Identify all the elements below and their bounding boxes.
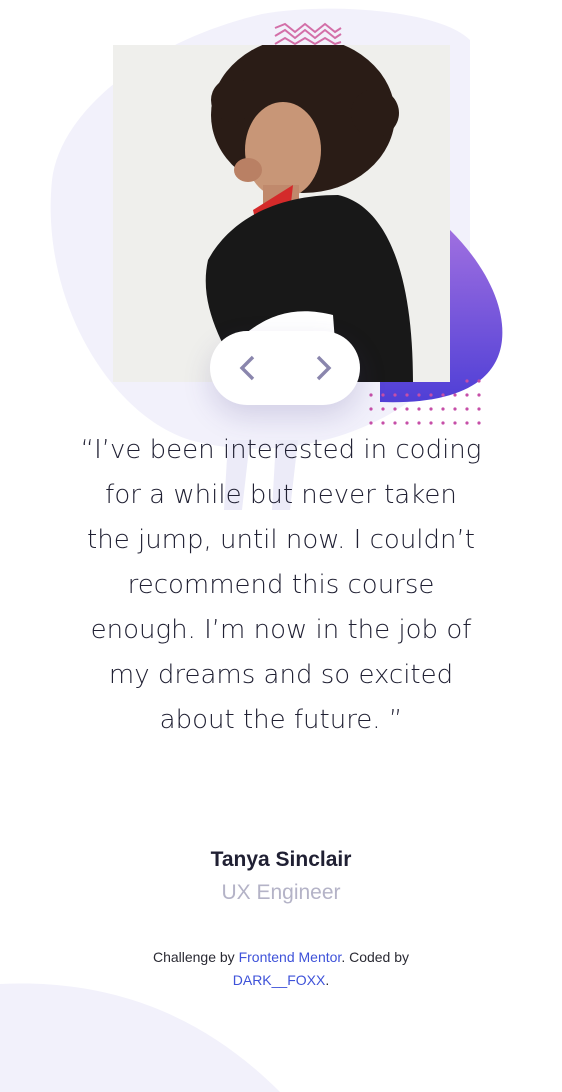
chevron-right-icon	[316, 355, 331, 381]
author-block: Tanya Sinclair UX Engineer	[0, 844, 562, 910]
author-name: Tanya Sinclair	[210, 848, 352, 871]
dot-pattern	[369, 379, 481, 425]
frontend-mentor-link[interactable]: Frontend Mentor	[239, 949, 342, 965]
author-role: UX Engineer	[221, 881, 341, 904]
attribution-middle: . Coded by	[341, 949, 410, 965]
slider-navigation	[210, 331, 360, 405]
next-button[interactable]	[285, 331, 360, 405]
attribution: Challenge by Frontend Mentor. Coded by D…	[0, 946, 562, 992]
zigzag-decoration	[274, 22, 342, 46]
chevron-left-icon	[239, 355, 254, 381]
previous-button[interactable]	[210, 331, 285, 405]
attribution-prefix: Challenge by	[152, 949, 239, 965]
author-link[interactable]: DARK__FOXX	[233, 972, 326, 988]
testimonial-quote: “I’ve been interested in coding for a wh…	[80, 435, 482, 735]
background-curve	[0, 983, 280, 1092]
attribution-suffix: .	[325, 972, 330, 988]
